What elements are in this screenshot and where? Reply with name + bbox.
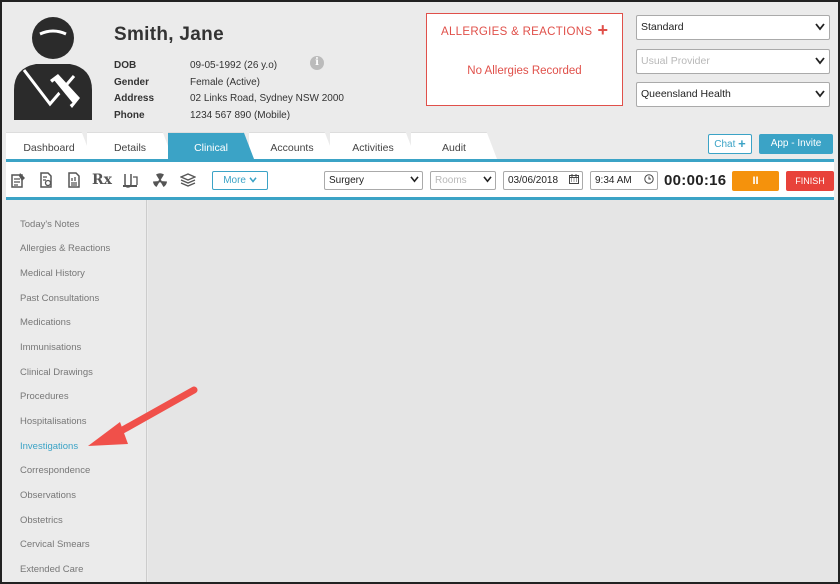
chevron-down-icon xyxy=(815,83,825,106)
tab-dashboard[interactable]: Dashboard xyxy=(6,132,92,159)
info-label: Gender xyxy=(114,76,150,88)
sidebar-item-cervical-smears[interactable]: Cervical Smears xyxy=(20,539,90,550)
consult-timer: 00:00:16 xyxy=(664,172,727,189)
appointment-type-select[interactable]: Standard xyxy=(636,15,830,40)
sidebar-item-investigations[interactable]: Investigations xyxy=(20,441,78,452)
sidebar-item-clinical-drawings[interactable]: Clinical Drawings xyxy=(20,367,93,378)
patient-avatar-icon xyxy=(14,17,92,120)
app-window: Smith, Jane DOB 09-05-1992 (26 y.o) Gend… xyxy=(2,2,838,582)
sidebar-item-obstetrics[interactable]: Obstetrics xyxy=(20,515,63,526)
chat-button[interactable]: Chat + xyxy=(708,134,752,154)
health-fund-select[interactable]: Queensland Health xyxy=(636,82,830,107)
calendar-icon[interactable] xyxy=(569,172,579,189)
info-value: 09-05-1992 (26 y.o) xyxy=(190,59,278,71)
select-value: Queensland Health xyxy=(641,88,731,100)
patient-header: Smith, Jane DOB 09-05-1992 (26 y.o) Gend… xyxy=(2,2,838,133)
sidebar-item-medications[interactable]: Medications xyxy=(20,317,71,328)
clinical-content-area xyxy=(148,200,838,582)
sidebar-item-procedures[interactable]: Procedures xyxy=(20,391,69,402)
chevron-down-icon xyxy=(815,16,825,39)
info-row-address: Address 02 Links Road, Sydney NSW 2000 xyxy=(114,90,344,107)
sidebar-item-immunisations[interactable]: Immunisations xyxy=(20,342,81,353)
tab-details[interactable]: Details xyxy=(87,132,173,159)
select-placeholder: Rooms xyxy=(435,175,467,186)
chevron-down-icon xyxy=(410,172,419,189)
info-icon[interactable]: i xyxy=(310,56,324,70)
info-row-gender: Gender Female (Active) xyxy=(114,74,344,91)
usual-provider-select[interactable]: Usual Provider xyxy=(636,49,830,74)
more-label: More xyxy=(223,175,246,186)
rooms-select[interactable]: Rooms xyxy=(430,171,496,190)
patient-name: Smith, Jane xyxy=(114,24,224,45)
allergies-panel: ALLERGIES & REACTIONS + No Allergies Rec… xyxy=(426,13,623,106)
tab-clinical[interactable]: Clinical xyxy=(168,132,254,159)
time-value: 9:34 AM xyxy=(595,175,632,186)
tab-audit[interactable]: Audit xyxy=(411,132,497,159)
notes-icon[interactable] xyxy=(10,172,26,188)
chevron-down-icon xyxy=(815,50,825,73)
no-allergies-text: No Allergies Recorded xyxy=(467,65,582,77)
date-value: 03/06/2018 xyxy=(508,175,559,186)
patient-info: DOB 09-05-1992 (26 y.o) Gender Female (A… xyxy=(114,57,344,124)
info-label: Address xyxy=(114,93,155,105)
annotation-arrow-icon xyxy=(88,386,198,446)
app-invite-button[interactable]: App - Invite xyxy=(759,134,833,154)
clinical-toolbar: Rx More Surgery Rooms 03/06/2018 9:34 AM… xyxy=(6,162,834,197)
sidebar-item-medical-history[interactable]: Medical History xyxy=(20,268,85,279)
tab-activities[interactable]: Activities xyxy=(330,132,416,159)
info-value: Female (Active) xyxy=(190,76,261,88)
info-label: Phone xyxy=(114,109,145,121)
info-row-phone: Phone 1234 567 890 (Mobile) xyxy=(114,107,344,124)
report-icon[interactable] xyxy=(66,172,82,188)
chevron-down-icon xyxy=(249,177,257,183)
radiation-icon[interactable] xyxy=(152,172,168,188)
plus-icon: + xyxy=(738,136,746,151)
tab-accounts[interactable]: Accounts xyxy=(249,132,335,159)
lab-icon[interactable] xyxy=(122,172,138,188)
sidebar-item-allergies-reactions[interactable]: Allergies & Reactions xyxy=(20,243,110,254)
sidebar-item-past-consultations[interactable]: Past Consultations xyxy=(20,293,99,304)
pause-button[interactable]: II xyxy=(732,171,779,191)
sidebar-item-extended-care[interactable]: Extended Care xyxy=(20,564,83,575)
select-placeholder: Usual Provider xyxy=(641,55,710,67)
sidebar-item-observations[interactable]: Observations xyxy=(20,490,76,501)
sidebar-item-correspondence[interactable]: Correspondence xyxy=(20,465,90,476)
time-input[interactable]: 9:34 AM xyxy=(590,171,658,190)
info-label: DOB xyxy=(114,59,137,71)
chevron-down-icon xyxy=(483,172,492,189)
books-icon[interactable] xyxy=(180,172,196,188)
select-value: Surgery xyxy=(329,175,365,186)
location-select[interactable]: Surgery xyxy=(324,171,423,190)
add-allergy-icon[interactable]: + xyxy=(597,20,608,40)
sidebar-item-hospitalisations[interactable]: Hospitalisations xyxy=(20,416,87,427)
allergies-title: ALLERGIES & REACTIONS xyxy=(441,26,593,38)
info-value: 1234 567 890 (Mobile) xyxy=(190,109,291,121)
more-button[interactable]: More xyxy=(212,171,268,190)
select-value: Standard xyxy=(641,21,684,33)
main-tabs: Dashboard Details Clinical Accounts Acti… xyxy=(6,132,497,159)
date-input[interactable]: 03/06/2018 xyxy=(503,171,583,190)
prescription-icon[interactable]: Rx xyxy=(92,172,112,188)
document-icon[interactable] xyxy=(38,172,54,188)
finish-button[interactable]: FINISH xyxy=(786,171,834,191)
sidebar-item-todays-notes[interactable]: Today's Notes xyxy=(20,219,79,230)
chat-label: Chat xyxy=(714,139,736,150)
clock-icon[interactable] xyxy=(644,172,654,189)
info-value: 02 Links Road, Sydney NSW 2000 xyxy=(190,93,344,105)
